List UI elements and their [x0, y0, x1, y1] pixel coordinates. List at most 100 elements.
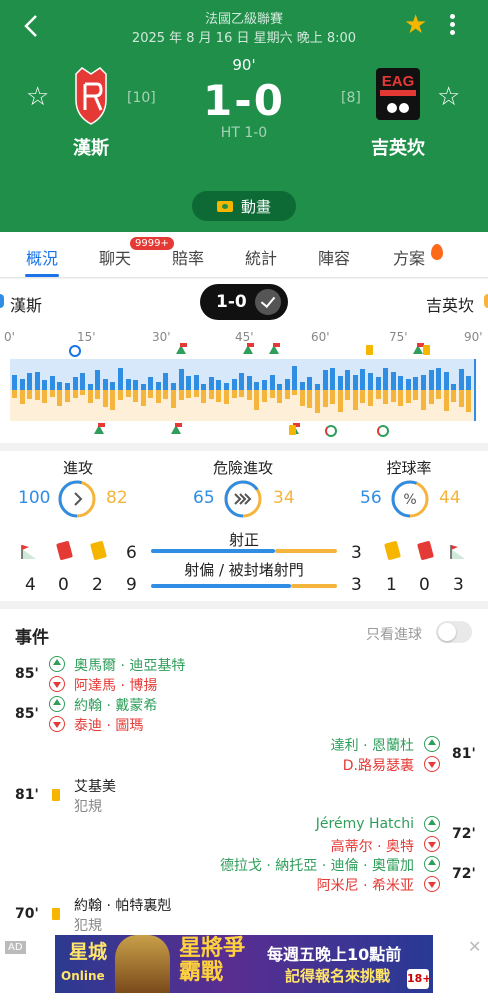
home-pressure-bar — [443, 372, 449, 390]
tab-overview[interactable]: 概況 — [26, 245, 58, 269]
away-pressure-bar — [322, 390, 328, 407]
away-red-cards: 0 — [419, 575, 430, 595]
away-yellow-marker-icon — [289, 425, 297, 435]
away-pressure-bar — [224, 390, 230, 404]
tick-label: 75' — [389, 330, 408, 344]
sub-out-player[interactable]: 泰迪 · 圖瑪 — [74, 715, 143, 735]
animation-label: 動畫 — [240, 197, 271, 216]
home-pressure-bar — [178, 369, 184, 390]
home-pressure-bar — [125, 379, 131, 390]
home-pressure-bar — [171, 383, 177, 390]
ad-tag: AD — [5, 941, 26, 954]
home-pressure-bar — [420, 375, 426, 390]
home-pressure-bar — [193, 375, 199, 390]
sub-out-icon — [49, 716, 65, 732]
card-player[interactable]: 約翰 · 帕特裏剋 — [74, 895, 171, 915]
home-pressure-bar — [398, 376, 404, 390]
current-time-line — [474, 359, 476, 421]
event-minute: 85' — [15, 666, 39, 682]
sub-in-icon — [424, 736, 440, 752]
away-yellow-cards: 1 — [386, 575, 397, 595]
ad-close-icon[interactable]: ✕ — [468, 937, 481, 956]
sub-out-player[interactable]: D.路易瑟裏 — [343, 755, 414, 775]
events-panel: 事件 只看進球 85' 奧馬爾 · 迪亞基特 阿達馬 · 博揚 85' 約翰 ·… — [0, 609, 488, 939]
home-corner-marker-icon — [412, 343, 424, 354]
sub-in-player[interactable]: Jérémy Hatchi — [316, 816, 414, 832]
away-pressure-bar — [148, 390, 154, 398]
active-tab-indicator — [25, 274, 59, 277]
home-pressure-bar — [49, 376, 55, 390]
tab-stats[interactable]: 統計 — [245, 245, 277, 269]
home-pressure-bar — [458, 369, 464, 390]
home-corner-marker-icon — [268, 343, 280, 354]
away-pressure-bar — [269, 390, 275, 398]
match-header: 法國乙級聯賽 2025 年 8 月 16 日 星期六 晚上 8:00 ★ ☆ [… — [0, 0, 488, 232]
away-pressure-bar — [72, 390, 78, 398]
away-pressure-bar — [231, 390, 237, 398]
sub-out-player[interactable]: 阿達馬 · 博揚 — [74, 675, 157, 695]
home-team-name[interactable]: 漢斯 — [41, 134, 141, 160]
away-pressure-bar — [80, 390, 86, 395]
event-minute: 85' — [15, 706, 39, 722]
away-pressure-bar — [125, 390, 131, 397]
away-pressure-bar — [110, 390, 116, 410]
sub-out-icon — [424, 876, 440, 892]
home-pressure-bar — [34, 372, 40, 390]
momentum-home-name: 漢斯 — [10, 296, 43, 315]
sub-in-player[interactable]: 德拉戈 · 納托亞 · 迪倫 · 奧雷加 — [220, 855, 414, 875]
momentum-score-toggle[interactable]: 1-0 — [200, 284, 288, 320]
tab-lineup[interactable]: 陣容 — [318, 245, 350, 269]
away-pressure-bar — [314, 390, 320, 413]
tab-chat[interactable]: 聊天 — [99, 245, 131, 269]
sub-out-player[interactable]: 高蒂尔 · 奥特 — [331, 836, 414, 856]
animation-button[interactable]: 動畫 — [192, 191, 296, 221]
possession-away-value: 44 — [439, 488, 461, 508]
momentum-away-name: 吉英坎 — [426, 296, 475, 315]
home-pressure-bar — [413, 377, 419, 390]
away-pressure-bar — [246, 390, 252, 400]
check-icon[interactable] — [255, 289, 281, 315]
favorite-star-icon[interactable]: ★ — [404, 12, 427, 38]
home-pressure-bar — [269, 375, 275, 390]
home-yellow-marker-icon — [366, 345, 374, 355]
home-pressure-bar — [322, 370, 328, 390]
sub-in-player[interactable]: 達利 · 恩蘭杜 — [331, 735, 414, 755]
more-menu-icon[interactable] — [447, 14, 457, 40]
away-pressure-bar — [193, 390, 199, 397]
off-target-home-bar — [151, 584, 291, 588]
home-corner-marker-icon — [176, 343, 188, 354]
away-pressure-bar — [451, 390, 457, 402]
away-team-crest[interactable]: EAG — [374, 66, 422, 122]
home-pressure-bar — [390, 372, 396, 390]
away-sub-marker-icon — [376, 425, 389, 437]
sub-out-icon — [424, 756, 440, 772]
ad-banner[interactable]: 星城 Online 星將爭霸戰 每週五晚上10點前 記得報名來挑戰 18+ — [55, 935, 433, 993]
home-pressure-bar — [261, 380, 267, 390]
dangerous-ring-icon — [224, 480, 262, 518]
sub-in-player[interactable]: 約翰 · 戴蒙希 — [74, 695, 157, 715]
away-pressure-bar — [34, 390, 40, 400]
card-player[interactable]: 艾基美 — [74, 776, 116, 796]
home-pressure-bar — [224, 383, 230, 390]
home-pressure-bar — [12, 375, 17, 390]
sub-out-player[interactable]: 阿米尼 · 希米亚 — [317, 875, 414, 895]
tab-odds[interactable]: 賠率 — [172, 245, 204, 269]
home-pressure-bar — [118, 368, 124, 390]
home-pressure-bar — [292, 366, 298, 390]
away-favorite-star-icon[interactable]: ☆ — [437, 84, 460, 110]
stats-panel: 進攻 100 82 危險進攻 65 34 控球率 56 % 44 6 射正 3 … — [0, 451, 488, 601]
away-team-name[interactable]: 吉英坎 — [348, 134, 448, 160]
away-pressure-bar — [443, 390, 449, 411]
away-pressure-bar — [155, 390, 161, 403]
away-pressure-bar — [337, 390, 343, 412]
away-pressure-bar — [284, 390, 290, 399]
tab-tips[interactable]: 方案 — [393, 245, 425, 269]
away-pressure-bar — [390, 390, 396, 402]
home-pressure-bar — [337, 376, 343, 390]
sub-in-player[interactable]: 奧馬爾 · 迪亞基特 — [74, 655, 185, 675]
away-pressure-bar — [420, 390, 426, 410]
home-pressure-bar — [299, 382, 305, 390]
home-pressure-bar — [284, 379, 290, 390]
goals-only-toggle[interactable] — [436, 621, 472, 643]
home-pressure-bar — [375, 377, 381, 390]
